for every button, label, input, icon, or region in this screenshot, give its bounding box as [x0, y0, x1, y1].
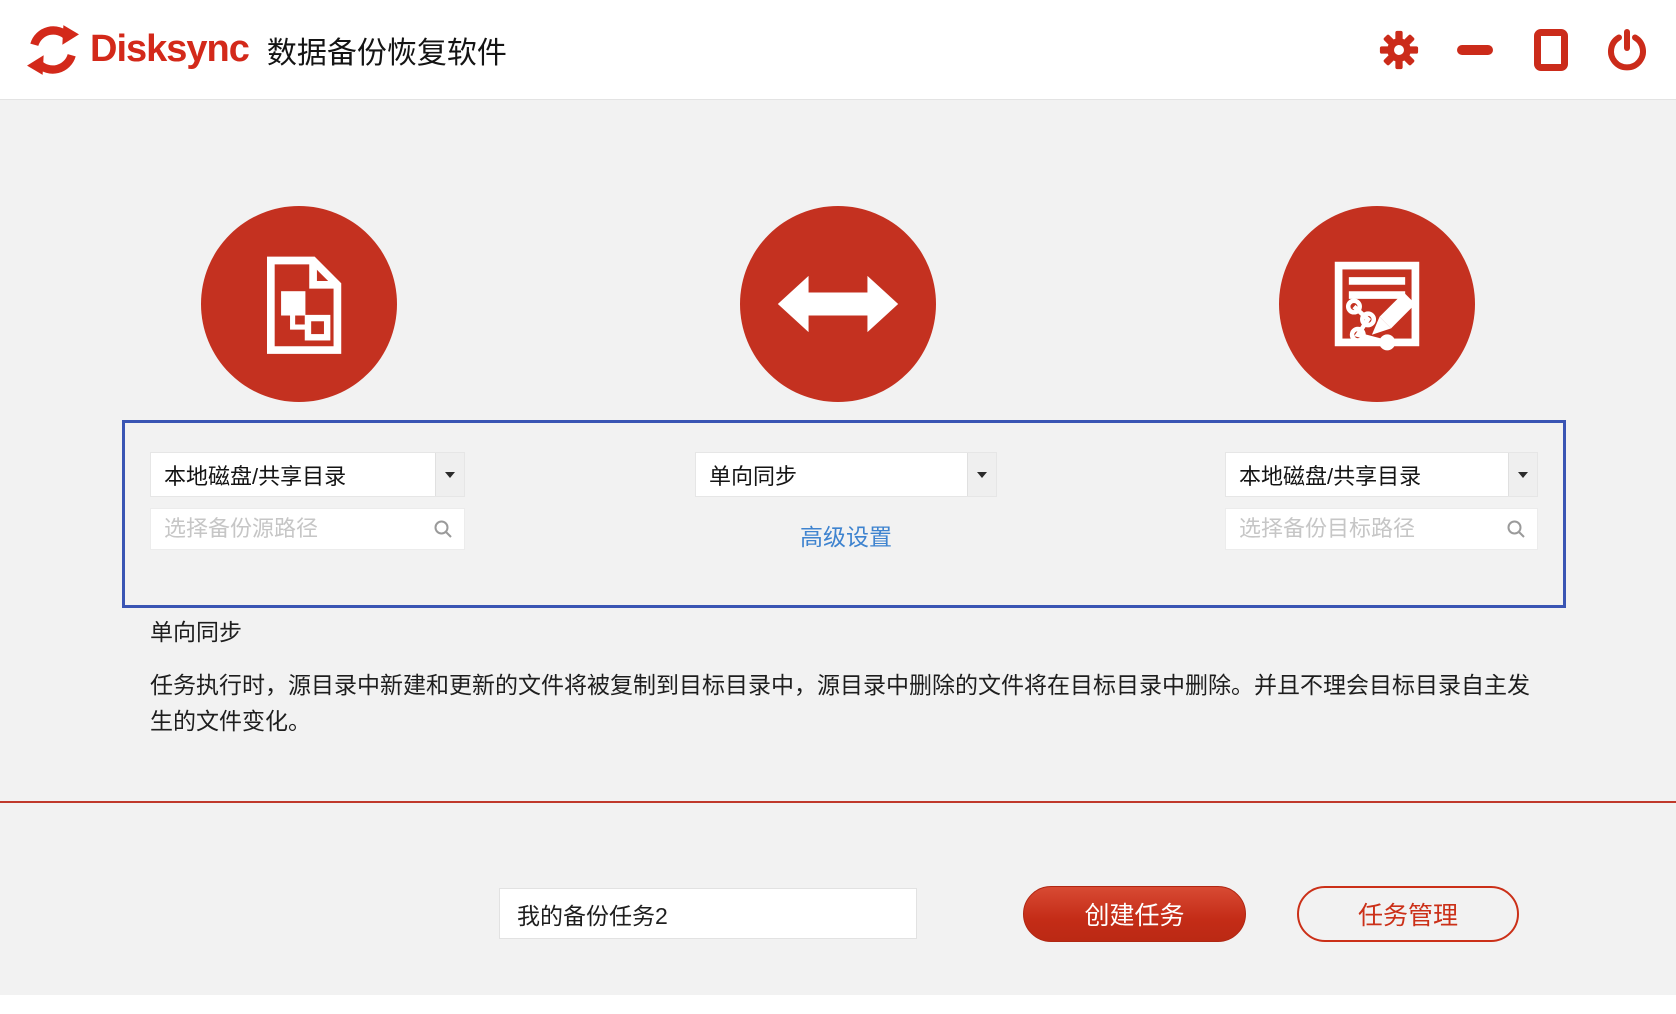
sync-mode-circle [740, 206, 936, 402]
minimize-button[interactable] [1454, 26, 1496, 74]
target-type-value: 本地磁盘/共享目录 [1239, 463, 1422, 489]
source-circle [201, 206, 397, 402]
advanced-settings-link[interactable]: 高级设置 [695, 518, 997, 552]
mode-title: 单向同步 [150, 619, 242, 645]
brand: Disksync 数据备份恢复软件 [0, 23, 507, 77]
red-divider [0, 801, 1676, 803]
target-type-dropdown[interactable]: 本地磁盘/共享目录 [1225, 452, 1538, 497]
document-edit-icon [1313, 240, 1441, 368]
header: Disksync 数据备份恢复软件 [0, 0, 1676, 100]
target-path-box [1225, 508, 1538, 550]
source-type-value: 本地磁盘/共享目录 [164, 463, 347, 489]
target-path-input[interactable] [1226, 516, 1506, 542]
sync-mode-value: 单向同步 [709, 463, 798, 489]
bottom-strip [0, 995, 1676, 1004]
task-manage-button[interactable]: 任务管理 [1297, 886, 1519, 942]
source-path-box [150, 508, 465, 550]
source-path-input[interactable] [151, 516, 433, 542]
maximize-button[interactable] [1530, 26, 1572, 74]
mode-description: 任务执行时，源目录中新建和更新的文件将被复制到目标目录中，源目录中删除的文件将在… [150, 672, 1530, 734]
main-area: 本地磁盘/共享目录 单向同步 高级设置 本地磁盘/共享目录 单向同步 [0, 100, 1676, 1004]
page-title: 数据备份恢复软件 [266, 36, 507, 70]
file-tree-document-icon [235, 240, 363, 368]
window-controls [1378, 26, 1676, 74]
chevron-down-icon[interactable] [1508, 453, 1537, 496]
double-arrow-icon [774, 240, 902, 368]
target-circle [1279, 206, 1475, 402]
power-button[interactable] [1606, 26, 1648, 74]
source-type-dropdown[interactable]: 本地磁盘/共享目录 [150, 452, 465, 497]
brand-name: Disksync [90, 28, 250, 70]
chevron-down-icon[interactable] [435, 453, 464, 496]
minimize-icon [1457, 44, 1493, 55]
create-task-button[interactable]: 创建任务 [1023, 886, 1246, 942]
chevron-down-icon[interactable] [967, 453, 996, 496]
search-icon[interactable] [1506, 519, 1526, 539]
sync-logo-icon [26, 23, 80, 77]
settings-button[interactable] [1378, 26, 1420, 74]
maximize-icon [1534, 28, 1568, 71]
power-icon [1606, 28, 1648, 71]
sync-mode-dropdown[interactable]: 单向同步 [695, 452, 997, 497]
app-window: Disksync 数据备份恢复软件 本地磁盘/共享目录 选择备份源路径 单向同步… [0, 0, 1676, 1014]
search-icon[interactable] [433, 519, 453, 539]
task-name-input[interactable] [499, 888, 917, 939]
gear-icon [1379, 30, 1419, 70]
